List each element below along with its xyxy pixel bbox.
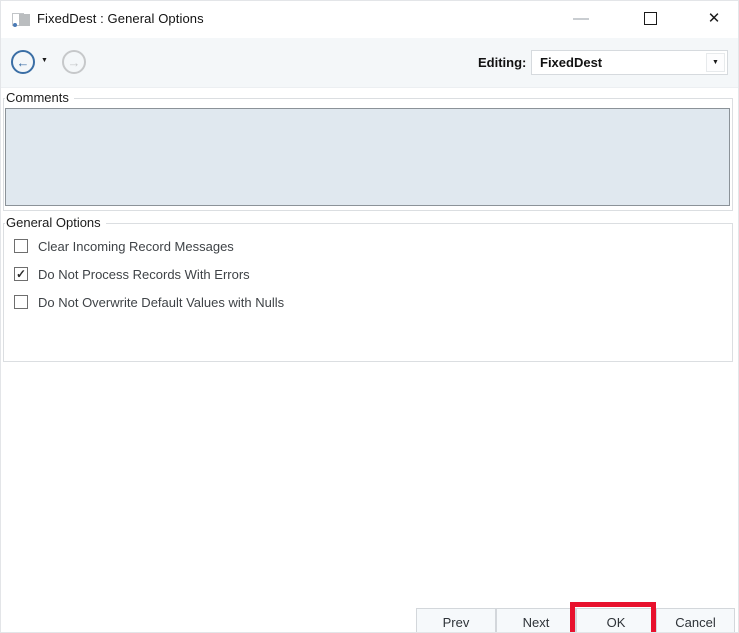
comments-groupbox-label: Comments (5, 90, 74, 105)
minimize-button[interactable] (559, 1, 605, 37)
back-button[interactable]: ← (11, 50, 35, 74)
app-icon-dot (13, 23, 17, 27)
checkbox-do-not-process[interactable]: ✓ (14, 267, 28, 281)
editing-combobox-value: FixedDest (540, 55, 602, 70)
general-options-groupbox: General Options Clear Incoming Record Me… (3, 223, 733, 362)
checkbox-label: Do Not Process Records With Errors (38, 267, 250, 282)
next-button[interactable]: Next (496, 608, 576, 633)
app-icon-front-pane (19, 14, 30, 26)
back-arrow-icon: ← (17, 55, 30, 70)
editing-combobox[interactable]: FixedDest ▼ (531, 50, 728, 75)
forward-arrow-icon: → (68, 55, 81, 70)
minimize-icon (573, 18, 589, 20)
maximize-icon (644, 12, 657, 25)
checkbox-row-clear-incoming[interactable]: Clear Incoming Record Messages (14, 238, 234, 254)
title-bar: FixedDest : General Options ✕ (1, 1, 738, 38)
checkbox-row-do-not-overwrite[interactable]: Do Not Overwrite Default Values with Nul… (14, 294, 284, 310)
dialog-window: FixedDest : General Options ✕ ← ▼ → Edit… (0, 0, 739, 633)
editing-combobox-dropdown-button[interactable]: ▼ (706, 53, 725, 72)
chevron-down-icon: ▼ (712, 59, 719, 66)
editing-label: Editing: (478, 55, 526, 70)
maximize-button[interactable] (628, 1, 674, 37)
close-icon: ✕ (708, 9, 721, 29)
checkbox-label: Do Not Overwrite Default Values with Nul… (38, 295, 284, 310)
checkbox-row-do-not-process[interactable]: ✓ Do Not Process Records With Errors (14, 266, 250, 282)
forward-button[interactable]: → (62, 50, 86, 74)
checkbox-do-not-overwrite[interactable] (14, 295, 28, 309)
window-title: FixedDest : General Options (37, 11, 204, 26)
comments-textarea[interactable] (5, 108, 730, 206)
app-icon (12, 10, 31, 29)
close-button[interactable]: ✕ (691, 1, 737, 37)
toolbar: ← ▼ → Editing: FixedDest ▼ (1, 38, 738, 88)
comments-groupbox: Comments (3, 98, 733, 211)
cancel-button[interactable]: Cancel (656, 608, 735, 633)
checkbox-clear-incoming[interactable] (14, 239, 28, 253)
back-dropdown-caret-icon[interactable]: ▼ (41, 57, 48, 64)
general-options-groupbox-label: General Options (5, 215, 106, 230)
ok-button[interactable]: OK (576, 608, 656, 633)
prev-button[interactable]: Prev (416, 608, 496, 633)
checkbox-label: Clear Incoming Record Messages (38, 239, 234, 254)
